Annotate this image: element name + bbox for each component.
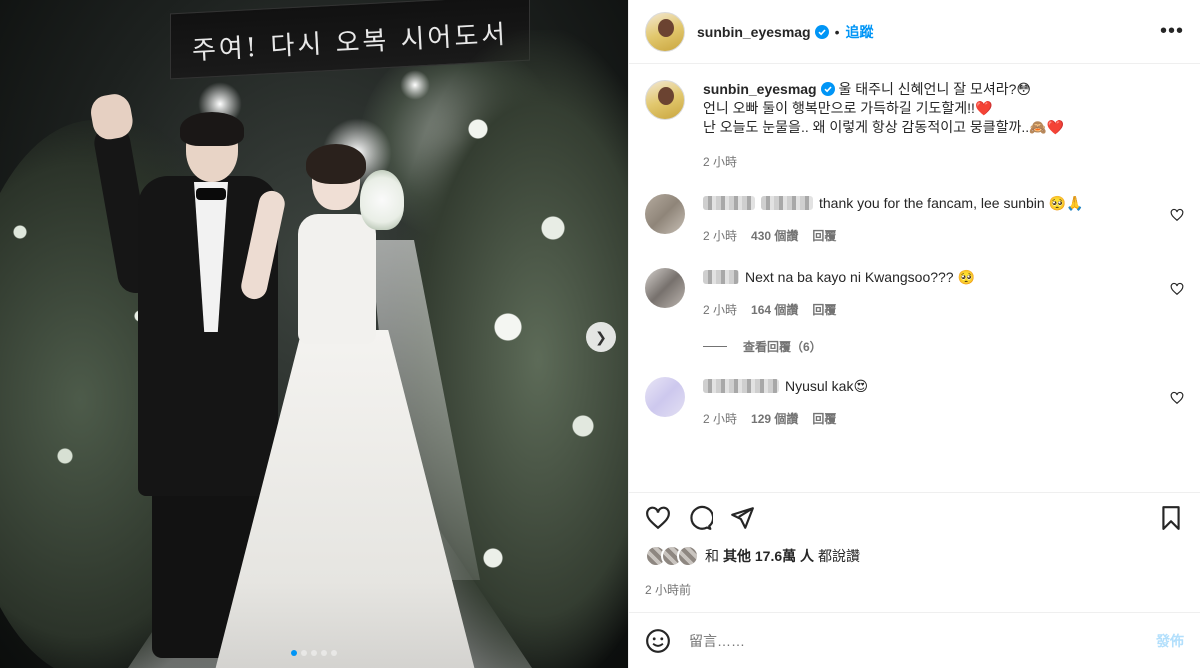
- likes-summary[interactable]: 和 其他 17.6萬 人 都說讚: [645, 545, 1184, 567]
- comment-input[interactable]: [689, 632, 1156, 649]
- verified-badge-icon: [814, 24, 829, 39]
- post-media[interactable]: 주여! 다시 오복 시어도서 ❯: [0, 0, 628, 668]
- comment-item: Next na ba kayo ni Kwangsoo??? 🥺 2 小時 16…: [645, 268, 1184, 320]
- carousel-dot: [291, 650, 297, 656]
- comment-item: thank you for the fancam, lee sunbin 🥺🙏 …: [645, 194, 1184, 246]
- carousel-dot: [331, 650, 337, 656]
- post-header: sunbin_eyesmag • 追蹤 •••: [629, 0, 1200, 64]
- carousel-indicator: [0, 650, 628, 656]
- comment-text: thank you for the fancam, lee sunbin 🥺🙏: [819, 195, 1084, 211]
- blurred-username[interactable]: [703, 270, 739, 284]
- share-icon[interactable]: [729, 505, 755, 531]
- reply-button[interactable]: 回覆: [812, 410, 836, 429]
- post-actions: 和 其他 17.6萬 人 都說讚 2 小時前: [629, 492, 1200, 612]
- blurred-username[interactable]: [703, 196, 755, 210]
- avatar[interactable]: [645, 194, 685, 234]
- comments-list[interactable]: sunbin_eyesmag 울 태주니 신혜언니 잘 모셔라?😳 언니 오빠 …: [629, 64, 1200, 492]
- caption-line: 울 태주니 신혜언니 잘 모셔라?😳: [838, 81, 1032, 97]
- comment-likes[interactable]: 129 個讚: [751, 410, 798, 429]
- caption-line: 언니 오빠 둘이 행복만으로 가득하길 기도할게!!❤️: [703, 100, 993, 116]
- blurred-username[interactable]: [761, 196, 813, 210]
- caption-line: 난 오늘도 눈물을.. 왜 이렇게 항상 감동적이고 뭉클할까..🙈❤️: [703, 119, 1065, 135]
- post-dialog: 주여! 다시 오복 시어도서 ❯ sunbin_eyesmag • 追蹤 •••…: [0, 0, 1200, 668]
- carousel-dot: [321, 650, 327, 656]
- follow-button[interactable]: 追蹤: [846, 22, 874, 42]
- comment-likes[interactable]: 164 個讚: [751, 301, 798, 320]
- likes-and: 和: [705, 548, 719, 564]
- post-caption: sunbin_eyesmag 울 태주니 신혜언니 잘 모셔라?😳 언니 오빠 …: [645, 80, 1184, 172]
- stage-light: [400, 70, 430, 100]
- carousel-dot: [311, 650, 317, 656]
- reply-button[interactable]: 回覆: [812, 227, 836, 246]
- bride-figure: [210, 144, 500, 668]
- heart-icon[interactable]: [1170, 391, 1184, 405]
- next-slide-button[interactable]: ❯: [586, 322, 616, 352]
- view-replies-button[interactable]: 查看回覆（6）: [703, 338, 1184, 355]
- author-username[interactable]: sunbin_eyesmag: [697, 24, 811, 40]
- comment-item: Nyusul kak😍 2 小時 129 個讚 回覆: [645, 377, 1184, 429]
- bouquet: [360, 170, 404, 230]
- heart-icon[interactable]: [1170, 282, 1184, 296]
- emoji-icon[interactable]: [645, 628, 671, 654]
- post-sidebar: sunbin_eyesmag • 追蹤 ••• sunbin_eyesmag 울…: [628, 0, 1200, 668]
- avatar[interactable]: [645, 268, 685, 308]
- post-timestamp[interactable]: 2 小時前: [645, 581, 1184, 598]
- avatar[interactable]: [645, 11, 685, 52]
- avatar[interactable]: [645, 377, 685, 417]
- separator-dot: •: [834, 23, 840, 40]
- comment-time[interactable]: 2 小時: [703, 410, 737, 429]
- comment-icon[interactable]: [687, 505, 713, 531]
- post-comment-button[interactable]: 發佈: [1156, 631, 1184, 651]
- liker-avatars: [645, 545, 699, 567]
- comment-text: Next na ba kayo ni Kwangsoo??? 🥺: [745, 269, 975, 285]
- more-options-icon[interactable]: •••: [1160, 20, 1184, 43]
- verified-badge-icon: [820, 82, 835, 96]
- like-heart-icon[interactable]: [645, 505, 671, 531]
- bookmark-icon[interactable]: [1158, 505, 1184, 531]
- likes-count[interactable]: 其他 17.6萬 人: [723, 546, 814, 566]
- comment-time[interactable]: 2 小時: [703, 227, 737, 246]
- blurred-username[interactable]: [703, 379, 779, 393]
- chevron-right-icon: ❯: [595, 328, 607, 345]
- comment-likes[interactable]: 430 個讚: [751, 227, 798, 246]
- reply-button[interactable]: 回覆: [812, 301, 836, 320]
- caption-time[interactable]: 2 小時: [703, 153, 1064, 172]
- caption-username[interactable]: sunbin_eyesmag: [703, 81, 817, 97]
- comment-text: Nyusul kak😍: [785, 378, 869, 394]
- carousel-dot: [301, 650, 307, 656]
- comment-time[interactable]: 2 小時: [703, 301, 737, 320]
- likes-suffix: 都說讚: [818, 548, 861, 564]
- avatar[interactable]: [645, 80, 685, 120]
- comment-composer: 發佈: [629, 612, 1200, 668]
- heart-icon[interactable]: [1170, 208, 1184, 222]
